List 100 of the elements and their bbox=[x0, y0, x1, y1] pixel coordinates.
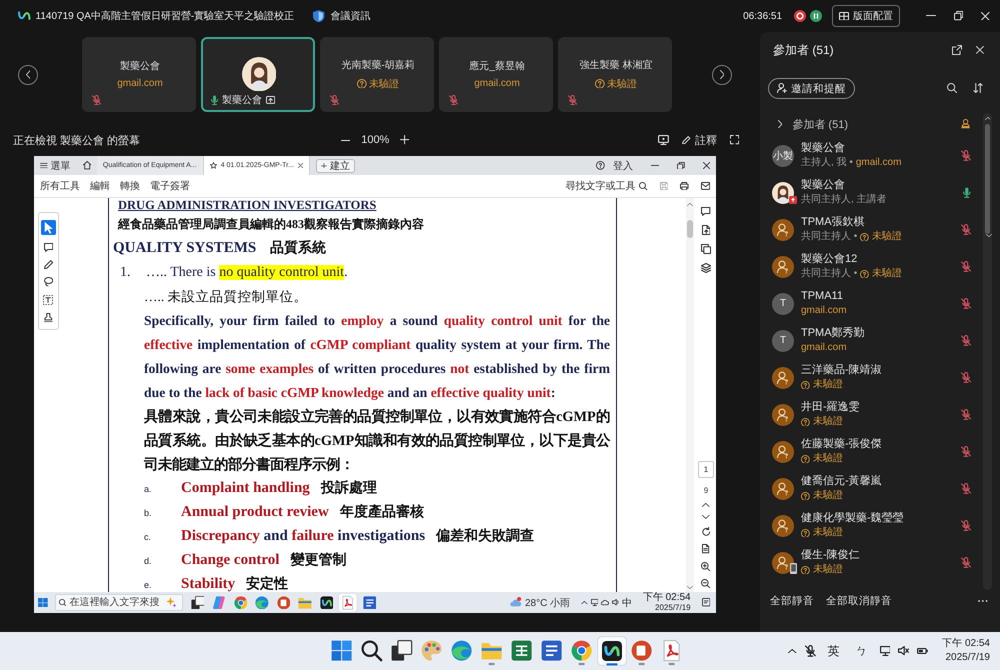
video-tile[interactable]: 製藥公會 gmail.com bbox=[82, 37, 196, 112]
page-number-field[interactable]: 1 bbox=[698, 461, 714, 478]
copy-icon[interactable] bbox=[700, 244, 712, 254]
pen-icon bbox=[682, 136, 691, 144]
close-icon[interactable] bbox=[298, 163, 303, 168]
video-tile[interactable]: 應元_蔡昱翰 gmail.com bbox=[439, 37, 553, 112]
menu-item[interactable]: 編輯 bbox=[90, 179, 110, 193]
restore-icon[interactable] bbox=[954, 11, 964, 21]
document-icon[interactable] bbox=[702, 544, 710, 554]
lasso-icon[interactable] bbox=[44, 277, 54, 287]
speaker-muted-icon[interactable] bbox=[898, 646, 910, 656]
meeting-info-button[interactable]: 會議資訊 bbox=[313, 9, 371, 23]
start-menu-icon[interactable] bbox=[331, 640, 353, 662]
zoom-out-icon[interactable] bbox=[701, 578, 711, 588]
print-icon[interactable] bbox=[680, 182, 689, 190]
pdf-icon[interactable] bbox=[338, 592, 358, 612]
battery-icon[interactable] bbox=[917, 648, 928, 654]
network-icon[interactable] bbox=[880, 646, 890, 656]
cloud-icon[interactable] bbox=[601, 599, 609, 606]
task-view-icon[interactable] bbox=[190, 596, 204, 610]
example-translation: 年度產品審核 bbox=[340, 502, 424, 522]
chevron-up-icon[interactable] bbox=[788, 648, 797, 654]
participant-name: 三洋藥品-陳靖淑 bbox=[801, 363, 882, 378]
chevron-up-icon[interactable] bbox=[702, 503, 710, 508]
input-language-indicator[interactable]: 英 bbox=[828, 642, 840, 660]
list-marker: a. bbox=[144, 483, 153, 496]
folder-icon[interactable] bbox=[298, 596, 312, 610]
meeting-app-icon[interactable] bbox=[597, 636, 627, 666]
previous-button[interactable] bbox=[18, 64, 38, 84]
home-icon[interactable] bbox=[82, 161, 91, 170]
sort-icon[interactable] bbox=[972, 83, 983, 94]
speaker-icon[interactable] bbox=[612, 599, 619, 606]
browser-icon[interactable] bbox=[571, 640, 593, 666]
start-menu-icon[interactable] bbox=[38, 598, 48, 608]
folder-icon[interactable] bbox=[481, 640, 503, 666]
mail-icon[interactable] bbox=[700, 182, 710, 190]
menu-item[interactable]: 電子簽署 bbox=[150, 179, 190, 193]
network-icon[interactable] bbox=[590, 599, 598, 606]
mic-icon[interactable] bbox=[211, 94, 218, 106]
search-icon[interactable] bbox=[361, 640, 383, 662]
mute-all-button[interactable]: 全部靜音 bbox=[770, 594, 814, 608]
spreadsheet-icon[interactable] bbox=[511, 640, 533, 662]
document-icon[interactable] bbox=[362, 596, 376, 610]
refresh-icon[interactable] bbox=[702, 527, 710, 536]
layers-icon[interactable] bbox=[700, 263, 712, 274]
swirl-icon[interactable] bbox=[255, 596, 269, 610]
chevron-up-icon[interactable] bbox=[581, 600, 588, 604]
assistant-icon[interactable] bbox=[212, 596, 226, 610]
annotate-button[interactable]: 註釋 bbox=[682, 132, 717, 148]
next-button[interactable] bbox=[712, 64, 732, 84]
pause-icon[interactable] bbox=[810, 10, 822, 22]
restore-icon[interactable] bbox=[677, 162, 685, 170]
task-view-icon[interactable] bbox=[391, 640, 413, 662]
swirl-icon[interactable] bbox=[451, 640, 473, 662]
pen-icon[interactable] bbox=[44, 260, 54, 270]
zoom-in-icon[interactable] bbox=[701, 562, 711, 571]
input-method-indicator[interactable]: 中 bbox=[622, 596, 632, 610]
find-tools-button[interactable]: 尋找文字或工具 bbox=[565, 179, 648, 193]
video-tile[interactable]: 強生製藥 林湘宜 未驗證 bbox=[558, 37, 672, 112]
scrollbar-thumb[interactable] bbox=[985, 124, 990, 234]
search-icon[interactable] bbox=[946, 83, 957, 94]
menu-item[interactable]: 所有工具 bbox=[40, 179, 80, 193]
mic-icon[interactable] bbox=[963, 187, 971, 198]
close-icon[interactable] bbox=[702, 162, 710, 170]
input-mode-indicator[interactable]: ㄅ bbox=[856, 642, 868, 660]
group-label[interactable]: 參加者 (51) bbox=[792, 116, 848, 132]
layout-button[interactable]: 版面配置 bbox=[832, 5, 900, 27]
video-tile[interactable]: 光南製藥-胡嘉莉 未驗證 bbox=[320, 37, 434, 112]
scrollbar-thumb[interactable] bbox=[687, 220, 693, 238]
video-tile[interactable]: 製藥公會 bbox=[201, 37, 315, 112]
help-icon[interactable] bbox=[596, 161, 605, 170]
muted-mic-icon[interactable] bbox=[804, 645, 816, 657]
meeting-app-icon[interactable] bbox=[320, 596, 334, 610]
export-icon[interactable] bbox=[702, 224, 710, 235]
zoom-in-icon[interactable] bbox=[400, 135, 410, 145]
comment-icon[interactable] bbox=[44, 243, 54, 252]
comment-icon[interactable] bbox=[701, 207, 711, 216]
new-tab-button[interactable]: 建立 bbox=[316, 158, 355, 172]
screen-icon[interactable] bbox=[658, 134, 670, 146]
cursor-icon[interactable] bbox=[41, 220, 56, 235]
stamp-icon[interactable] bbox=[44, 312, 53, 322]
browser-icon[interactable] bbox=[234, 596, 248, 610]
palette-icon[interactable] bbox=[421, 640, 443, 662]
minimize-icon[interactable] bbox=[650, 165, 660, 166]
presentation-icon[interactable] bbox=[631, 640, 653, 666]
popout-icon[interactable] bbox=[952, 44, 962, 56]
invite-button[interactable]: 邀請和提醒 bbox=[768, 78, 856, 99]
unmute-all-button[interactable]: 全部取消靜音 bbox=[826, 594, 892, 608]
more-icon[interactable] bbox=[978, 600, 988, 602]
sign-in-button[interactable]: 登入 bbox=[612, 158, 633, 172]
text-select-icon[interactable] bbox=[43, 294, 54, 305]
menu-item[interactable]: 轉換 bbox=[120, 179, 140, 193]
menu-button[interactable]: 選單 bbox=[40, 158, 71, 172]
expand-icon[interactable] bbox=[730, 135, 739, 145]
chevron-right-icon[interactable] bbox=[778, 120, 782, 128]
document-icon[interactable] bbox=[541, 640, 563, 662]
presentation-icon[interactable] bbox=[276, 596, 290, 610]
record-icon[interactable] bbox=[794, 10, 806, 22]
notification-icon[interactable] bbox=[702, 598, 710, 607]
chevron-down-icon[interactable] bbox=[702, 515, 710, 520]
